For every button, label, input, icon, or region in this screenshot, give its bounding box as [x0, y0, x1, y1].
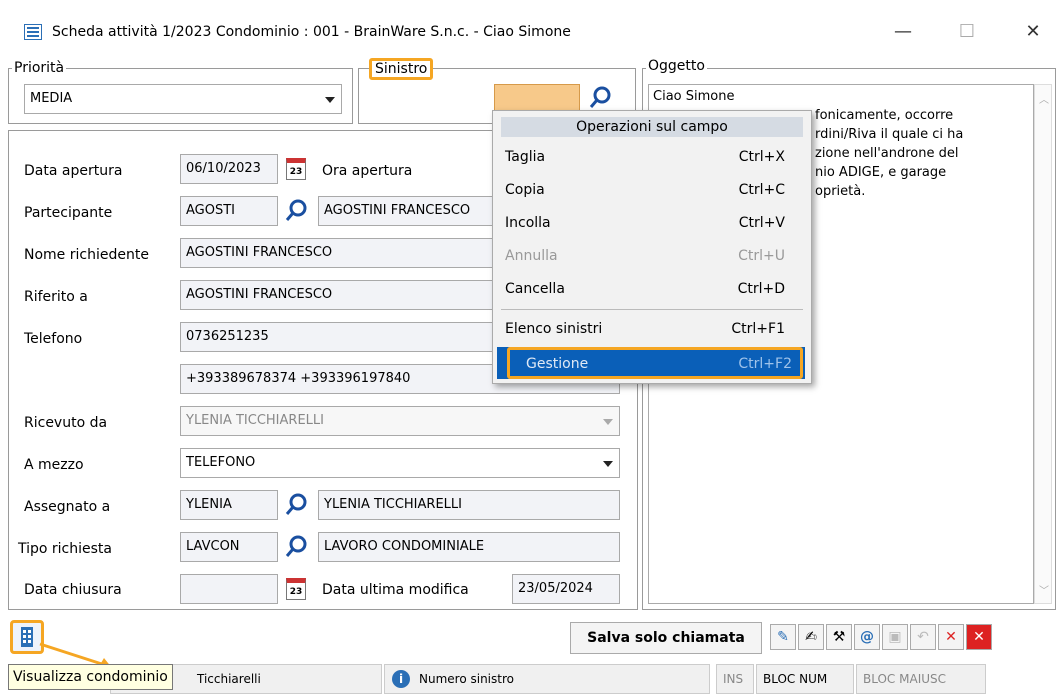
- context-menu-header: Operazioni sul campo: [501, 117, 803, 137]
- close-form-icon[interactable]: ✕: [966, 624, 992, 650]
- priority-legend: Priorità: [12, 60, 67, 76]
- assegnato-name-input[interactable]: YLENIA TICCHIARELLI: [318, 490, 620, 520]
- telefono-input[interactable]: 0736251235: [180, 322, 494, 352]
- chevron-down-icon: [603, 419, 613, 425]
- oggetto-legend: Oggetto: [646, 58, 707, 74]
- riferito-label: Riferito a: [24, 289, 88, 305]
- status-info: Numero sinistro: [384, 664, 710, 694]
- partecipante-label: Partecipante: [24, 205, 113, 221]
- menu-item-label: Copia: [505, 182, 545, 198]
- chiusura-input[interactable]: [180, 574, 278, 604]
- undo-icon[interactable]: ↶: [910, 624, 936, 650]
- save-button[interactable]: Salva solo chiamata: [570, 622, 762, 654]
- oggetto-line-0: Ciao Simone: [653, 89, 735, 104]
- wrench-icon[interactable]: ⚒: [826, 624, 852, 650]
- chevron-down-icon: [325, 97, 335, 103]
- ricevuto-value: YLENIA TICCHIARELLI: [186, 413, 324, 428]
- sinistro-search-button[interactable]: [588, 84, 614, 112]
- ricevuto-select[interactable]: YLENIA TICCHIARELLI: [180, 406, 620, 436]
- tipo-code-input[interactable]: LAVCON: [180, 532, 278, 562]
- priority-select[interactable]: MEDIA: [24, 84, 342, 114]
- status-ins: INS: [716, 664, 754, 694]
- ultima-mod-input[interactable]: 23/05/2024: [512, 574, 620, 604]
- status-num: BLOC NUM: [756, 664, 854, 694]
- calendar-icon[interactable]: 23: [286, 578, 306, 600]
- tipo-label: Tipo richiesta: [18, 541, 112, 557]
- status-caps: BLOC MAIUSC: [856, 664, 986, 694]
- assegnato-label: Assegnato a: [24, 499, 111, 515]
- maximize-button[interactable]: ☐: [944, 16, 990, 48]
- data-apertura-input[interactable]: 06/10/2023: [180, 154, 278, 184]
- ora-apertura-label: Ora apertura: [322, 163, 413, 179]
- scroll-down-icon[interactable]: ﹀: [1039, 582, 1049, 597]
- menu-separator: [501, 309, 803, 310]
- scroll-up-icon[interactable]: ︿: [1039, 91, 1049, 106]
- paperclip-icon[interactable]: ✎: [770, 624, 796, 650]
- oggetto-line-5: oprietà.: [815, 184, 866, 199]
- search-icon: [285, 535, 307, 557]
- menu-item-shortcut: Ctrl+F2: [738, 356, 792, 372]
- chiusura-label: Data chiusura: [24, 582, 122, 598]
- document-edit-icon[interactable]: ✍: [798, 624, 824, 650]
- minimize-button[interactable]: —: [880, 16, 926, 48]
- search-icon: [285, 199, 307, 221]
- tipo-name-input[interactable]: LAVORO CONDOMINIALE: [318, 532, 620, 562]
- search-icon: [285, 493, 307, 515]
- menu-item-annulla[interactable]: Annulla Ctrl+U: [505, 240, 795, 272]
- telefono-label: Telefono: [24, 331, 83, 347]
- menu-item-label: Annulla: [505, 248, 558, 264]
- window-icon: [24, 24, 42, 40]
- delete-icon[interactable]: ✕: [938, 624, 964, 650]
- partecipante-code-input[interactable]: AGOSTI: [180, 196, 278, 226]
- riferito-input[interactable]: AGOSTINI FRANCESCO: [180, 280, 494, 310]
- ultima-mod-label: Data ultima modifica: [322, 582, 469, 598]
- tipo-search-button[interactable]: [284, 533, 310, 561]
- menu-item-label: Taglia: [505, 149, 546, 165]
- assegnato-search-button[interactable]: [284, 491, 310, 519]
- partecipante-search-button[interactable]: [284, 197, 310, 225]
- oggetto-line-1: fonicamente, occorre: [815, 108, 954, 123]
- menu-item-taglia[interactable]: Taglia Ctrl+X: [505, 141, 795, 173]
- menu-item-label: Incolla: [505, 215, 551, 231]
- priority-value: MEDIA: [30, 91, 73, 106]
- menu-item-incolla[interactable]: Incolla Ctrl+V: [505, 207, 795, 239]
- tooltip: Visualizza condominio: [8, 664, 173, 690]
- menu-item-label: Gestione: [526, 356, 589, 372]
- menu-item-copia[interactable]: Copia Ctrl+C: [505, 174, 795, 206]
- menu-item-label: Cancella: [505, 281, 565, 297]
- search-icon: [589, 86, 611, 108]
- menu-item-shortcut: Ctrl+C: [738, 182, 785, 198]
- menu-item-shortcut: Ctrl+X: [738, 149, 785, 165]
- menu-item-shortcut: Ctrl+U: [738, 248, 785, 264]
- menu-item-cancella[interactable]: Cancella Ctrl+D: [505, 273, 795, 305]
- oggetto-scrollbar[interactable]: ︿ ﹀: [1034, 84, 1052, 604]
- sinistro-legend: Sinistro: [369, 58, 434, 80]
- info-icon: i: [392, 670, 410, 688]
- chevron-down-icon: [603, 461, 613, 467]
- menu-item-shortcut: Ctrl+V: [738, 215, 785, 231]
- menu-item-shortcut: Ctrl+D: [737, 281, 785, 297]
- partecipante-name-input[interactable]: AGOSTINI FRANCESCO: [318, 196, 494, 226]
- calendar-icon[interactable]: 23: [286, 158, 306, 180]
- menu-item-elenco-sinistri[interactable]: Elenco sinistri Ctrl+F1: [505, 313, 795, 345]
- oggetto-line-3: zione nell'androne del: [815, 146, 959, 161]
- mezzo-value: TELEFONO: [186, 455, 256, 470]
- menu-item-shortcut: Ctrl+F1: [731, 321, 785, 337]
- mezzo-select[interactable]: TELEFONO: [180, 448, 620, 478]
- data-apertura-label: Data apertura: [24, 163, 123, 179]
- menu-item-gestione[interactable]: Gestione Ctrl+F2: [507, 347, 803, 379]
- nome-richiedente-label: Nome richiedente: [24, 247, 149, 263]
- context-menu: Operazioni sul campo Taglia Ctrl+X Copia C…: [492, 110, 812, 384]
- nome-richiedente-input[interactable]: AGOSTINI FRANCESCO: [180, 238, 494, 268]
- oggetto-line-4: nio ADIGE, e garage: [815, 165, 947, 180]
- window-title: Scheda attività 1/2023 Condominio : 001 …: [52, 24, 571, 40]
- email-add-icon[interactable]: @: [854, 624, 880, 650]
- mezzo-label: A mezzo: [24, 457, 84, 473]
- ricevuto-label: Ricevuto da: [24, 415, 108, 431]
- save-icon[interactable]: ▣: [882, 624, 908, 650]
- oggetto-line-2: rdini/Riva il quale ci ha: [815, 127, 964, 142]
- close-button[interactable]: ✕: [1010, 16, 1056, 48]
- menu-item-label: Elenco sinistri: [505, 321, 603, 337]
- assegnato-code-input[interactable]: YLENIA: [180, 490, 278, 520]
